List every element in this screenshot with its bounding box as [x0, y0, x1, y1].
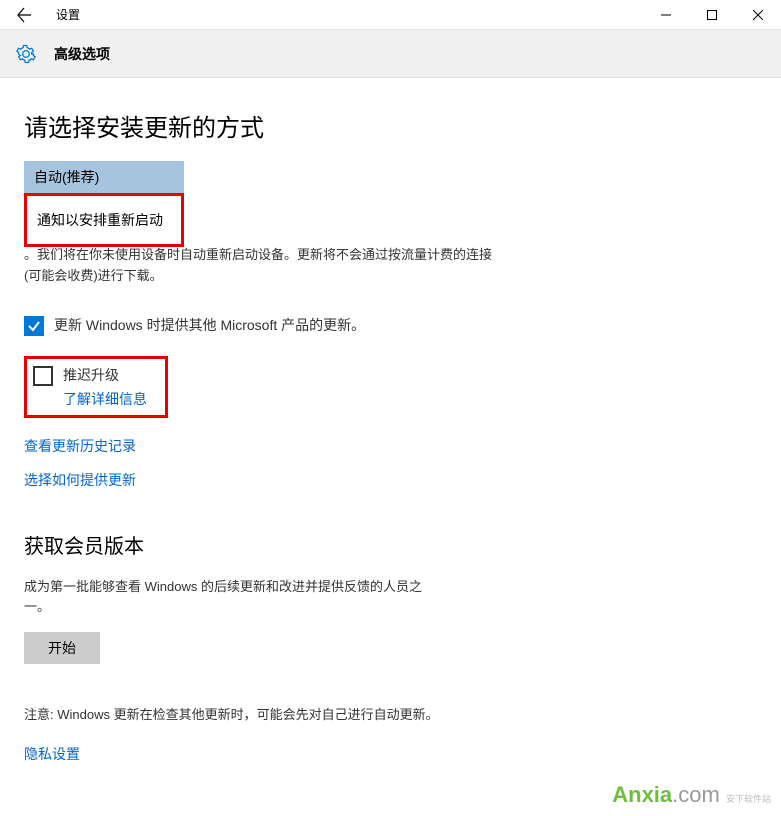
watermark: Anxia.com 安下软件站 — [612, 782, 771, 808]
maximize-icon — [707, 10, 717, 20]
window-controls — [643, 0, 781, 30]
privacy-link[interactable]: 隐私设置 — [24, 744, 80, 764]
defer-learn-more-link[interactable]: 了解详细信息 — [63, 389, 147, 409]
back-button[interactable] — [0, 0, 48, 30]
titlebar: 设置 — [0, 0, 781, 30]
checkbox-defer[interactable] — [33, 366, 53, 386]
window-title: 设置 — [56, 6, 80, 23]
close-icon — [753, 10, 763, 20]
update-history-link[interactable]: 查看更新历史记录 — [24, 436, 136, 456]
checkbox-label-other-products: 更新 Windows 时提供其他 Microsoft 产品的更新。 — [54, 315, 365, 335]
checkbox-row-other-products[interactable]: 更新 Windows 时提供其他 Microsoft 产品的更新。 — [24, 315, 757, 336]
section-heading-insider: 获取会员版本 — [24, 530, 757, 559]
dropdown-selected[interactable]: 自动(推荐) — [24, 161, 184, 193]
checkmark-icon — [27, 319, 41, 333]
update-method-dropdown[interactable]: 自动(推荐) 通知以安排重新启动 — [24, 161, 184, 193]
maximize-button[interactable] — [689, 0, 735, 30]
content: 请选择安装更新的方式 自动(推荐) 通知以安排重新启动 。我们将在你未使用设备时… — [0, 78, 781, 778]
dropdown-option-notify[interactable]: 通知以安排重新启动 — [24, 193, 184, 247]
minimize-icon — [661, 10, 671, 20]
section-heading-update-method: 请选择安装更新的方式 — [24, 108, 757, 143]
close-button[interactable] — [735, 0, 781, 30]
back-icon — [16, 7, 32, 23]
page-title: 高级选项 — [54, 44, 110, 64]
insider-description: 成为第一批能够查看 Windows 的后续更新和改进并提供反馈的人员之一。 — [24, 577, 444, 619]
delivery-options-link[interactable]: 选择如何提供更新 — [24, 470, 136, 490]
checkbox-checked-icon[interactable] — [24, 316, 44, 336]
start-button[interactable]: 开始 — [24, 632, 100, 664]
gear-icon — [16, 44, 36, 64]
page-header: 高级选项 — [0, 30, 781, 78]
update-description: 。我们将在你未使用设备时自动重新启动设备。更新将不会通过按流量计费的连接(可能会… — [24, 245, 494, 287]
update-note: 注意: Windows 更新在检查其他更新时，可能会先对自己进行自动更新。 — [24, 704, 464, 726]
defer-label: 推迟升级 — [63, 365, 147, 385]
minimize-button[interactable] — [643, 0, 689, 30]
defer-upgrade-box: 推迟升级 了解详细信息 — [24, 356, 168, 418]
